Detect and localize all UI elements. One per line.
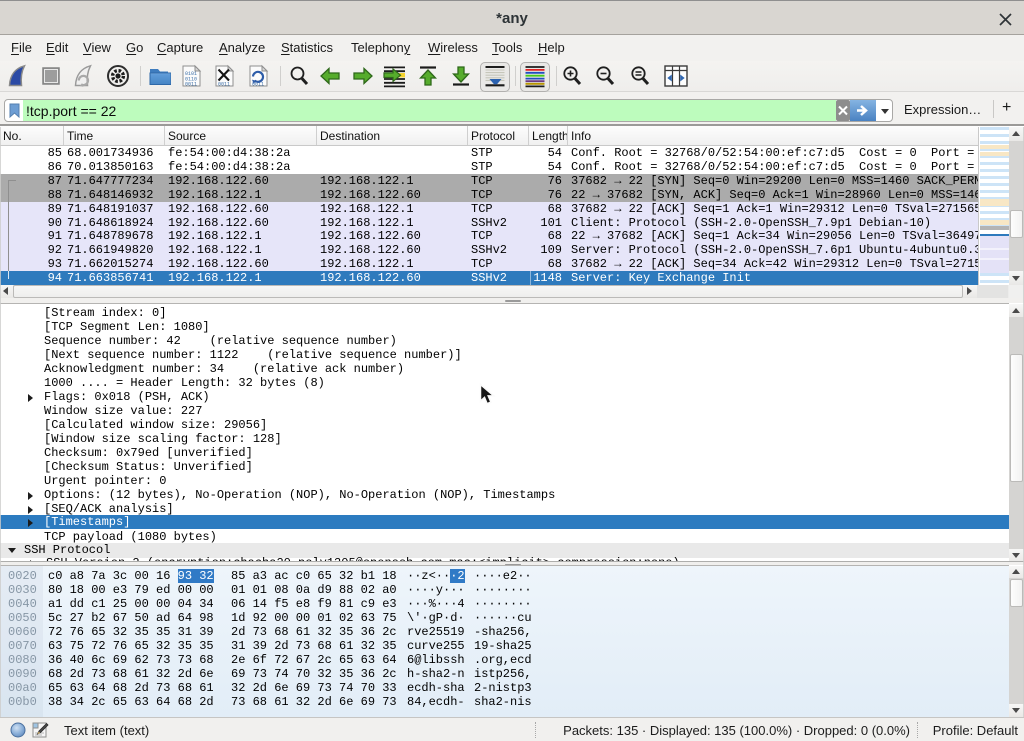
svg-text:0011: 0011	[185, 82, 197, 88]
svg-text:0011: 0011	[218, 82, 230, 88]
